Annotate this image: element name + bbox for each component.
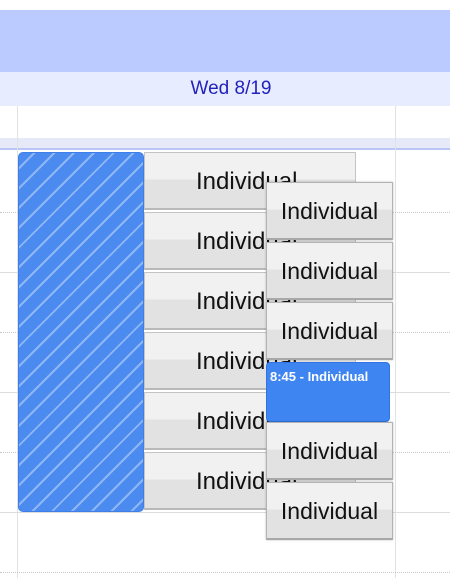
column-divider xyxy=(395,106,396,578)
grid-top-divider xyxy=(0,138,450,150)
blocked-time-block[interactable] xyxy=(18,152,144,512)
event-block[interactable]: Individual xyxy=(266,182,393,240)
event-block[interactable]: Individual xyxy=(266,242,393,300)
event-block[interactable]: Individual xyxy=(266,302,393,360)
event-block[interactable]: Individual xyxy=(266,422,393,480)
event-block[interactable]: Individual xyxy=(266,482,393,540)
calendar-header-band xyxy=(0,10,450,72)
active-event-block[interactable]: 8:45 - Individual xyxy=(266,362,390,422)
time-grid-line xyxy=(0,572,450,573)
day-column-header[interactable]: Wed 8/19 xyxy=(0,72,450,106)
all-day-row[interactable] xyxy=(0,106,450,138)
